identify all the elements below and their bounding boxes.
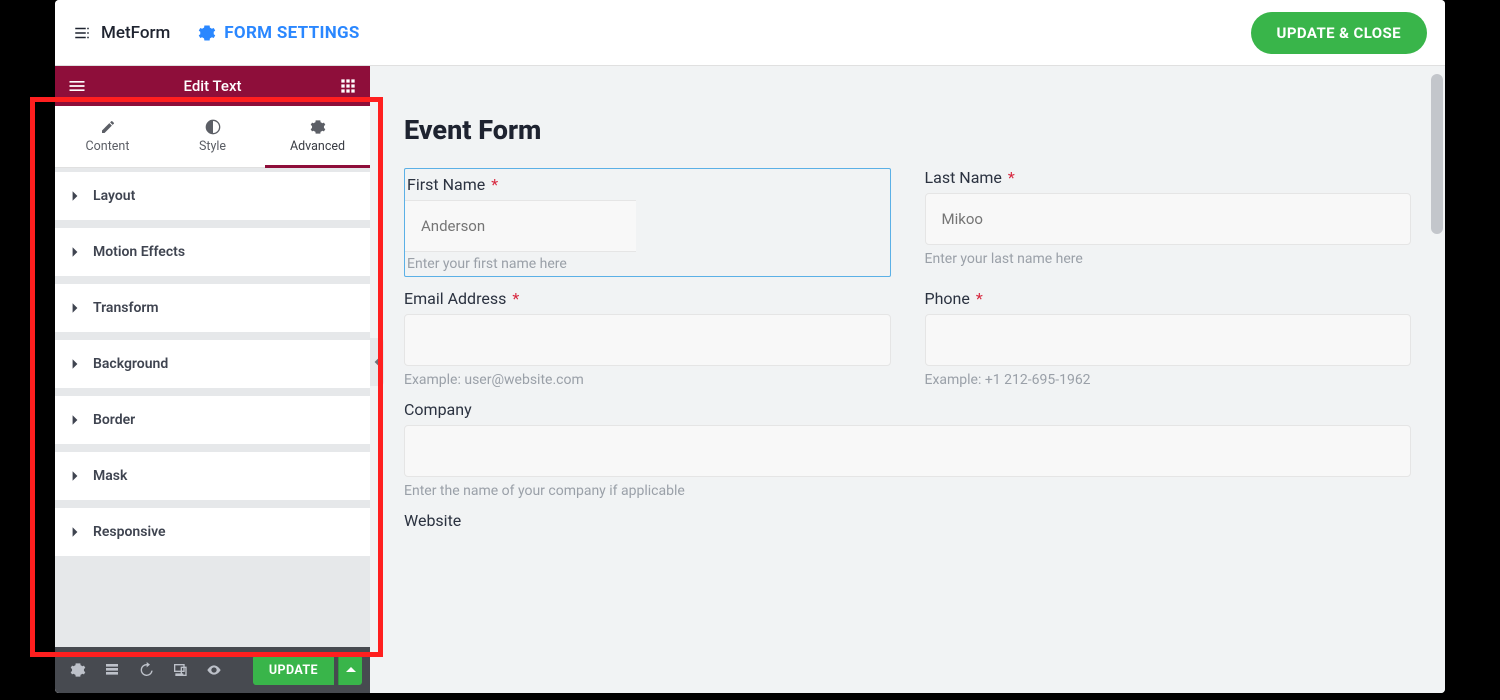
- chevron-right-icon: [71, 415, 79, 425]
- form-settings-label: FORM SETTINGS: [224, 23, 359, 43]
- section-label: Layout: [93, 188, 135, 204]
- section-border[interactable]: Border: [55, 396, 370, 444]
- widgets-grid-icon[interactable]: [338, 76, 358, 96]
- update-button[interactable]: UPDATE: [253, 655, 334, 685]
- sidebar-sections: Layout Motion Effects Transform Backgrou…: [55, 168, 370, 647]
- last-name-input[interactable]: [925, 193, 1412, 245]
- field-hint: Enter your first name here: [405, 252, 890, 276]
- canvas-scrollbar[interactable]: [1431, 74, 1443, 234]
- section-label: Background: [93, 356, 168, 372]
- app-window: MetForm FORM SETTINGS UPDATE & CLOSE Edi…: [55, 0, 1445, 693]
- chevron-right-icon: [71, 303, 79, 313]
- brand-icon: [73, 24, 91, 42]
- sidebar-footer: UPDATE: [55, 647, 370, 693]
- form-title: Event Form: [404, 114, 1411, 146]
- field-hint: Enter the name of your company if applic…: [404, 483, 1411, 499]
- email-input[interactable]: [404, 314, 891, 366]
- field-company: Company Enter the name of your company i…: [404, 400, 1411, 499]
- brand: MetForm: [73, 23, 170, 43]
- chevron-right-icon: [71, 359, 79, 369]
- section-motion-effects[interactable]: Motion Effects: [55, 228, 370, 276]
- section-label: Responsive: [93, 524, 166, 540]
- first-name-input[interactable]: [405, 200, 636, 252]
- tab-content[interactable]: Content: [55, 106, 160, 167]
- field-label: Email Address *: [404, 289, 891, 308]
- field-hint: Example: +1 212-695-1962: [925, 372, 1412, 388]
- preview-icon[interactable]: [199, 655, 229, 685]
- field-hint: Enter your last name here: [925, 251, 1412, 267]
- chevron-right-icon: [71, 191, 79, 201]
- sidebar: Edit Text Content Style Advanced: [55, 66, 370, 693]
- phone-input[interactable]: [925, 314, 1412, 366]
- chevron-right-icon: [71, 527, 79, 537]
- company-input[interactable]: [404, 425, 1411, 477]
- field-hint: Example: user@website.com: [404, 372, 891, 388]
- field-website: Website: [404, 511, 1411, 536]
- sidebar-title: Edit Text: [87, 77, 338, 95]
- field-label: Last Name *: [925, 168, 1412, 187]
- required-marker: *: [976, 289, 983, 308]
- tab-style-label: Style: [199, 139, 226, 154]
- required-marker: *: [491, 175, 498, 194]
- gear-icon: [198, 24, 216, 42]
- required-marker: *: [512, 289, 519, 308]
- section-background[interactable]: Background: [55, 340, 370, 388]
- section-label: Motion Effects: [93, 244, 185, 260]
- pencil-icon: [100, 119, 116, 135]
- section-transform[interactable]: Transform: [55, 284, 370, 332]
- field-label: Website: [404, 511, 1411, 530]
- tab-advanced-label: Advanced: [290, 139, 345, 154]
- canvas: Event Form First Name * Enter your first…: [370, 66, 1445, 693]
- required-marker: *: [1008, 168, 1015, 187]
- caret-up-icon: [346, 665, 356, 675]
- tab-style[interactable]: Style: [160, 106, 265, 167]
- form-settings-link[interactable]: FORM SETTINGS: [198, 23, 359, 43]
- history-icon[interactable]: [131, 655, 161, 685]
- sidebar-tabs: Content Style Advanced: [55, 106, 370, 168]
- hamburger-icon[interactable]: [67, 76, 87, 96]
- update-close-button[interactable]: UPDATE & CLOSE: [1251, 12, 1427, 54]
- gear-icon: [310, 119, 326, 135]
- tab-content-label: Content: [86, 139, 130, 154]
- field-label: First Name *: [405, 169, 890, 200]
- field-first-name[interactable]: First Name * Enter your first name here: [404, 168, 891, 277]
- section-label: Border: [93, 412, 135, 428]
- topbar: MetForm FORM SETTINGS UPDATE & CLOSE: [55, 0, 1445, 66]
- section-label: Transform: [93, 300, 159, 316]
- field-phone: Phone * Example: +1 212-695-1962: [925, 289, 1412, 388]
- field-email: Email Address * Example: user@website.co…: [404, 289, 891, 388]
- field-label: Phone *: [925, 289, 1412, 308]
- settings-icon[interactable]: [63, 655, 93, 685]
- editor: Edit Text Content Style Advanced: [55, 66, 1445, 693]
- brand-label: MetForm: [101, 23, 170, 43]
- section-label: Mask: [93, 468, 127, 484]
- update-dropdown-button[interactable]: [338, 655, 362, 685]
- navigator-icon[interactable]: [97, 655, 127, 685]
- field-label: Company: [404, 400, 1411, 419]
- field-last-name: Last Name * Enter your last name here: [925, 168, 1412, 277]
- responsive-icon[interactable]: [165, 655, 195, 685]
- section-layout[interactable]: Layout: [55, 172, 370, 220]
- sidebar-header: Edit Text: [55, 66, 370, 106]
- section-mask[interactable]: Mask: [55, 452, 370, 500]
- chevron-right-icon: [71, 247, 79, 257]
- contrast-icon: [205, 119, 221, 135]
- tab-advanced[interactable]: Advanced: [265, 106, 370, 167]
- section-responsive[interactable]: Responsive: [55, 508, 370, 556]
- chevron-right-icon: [71, 471, 79, 481]
